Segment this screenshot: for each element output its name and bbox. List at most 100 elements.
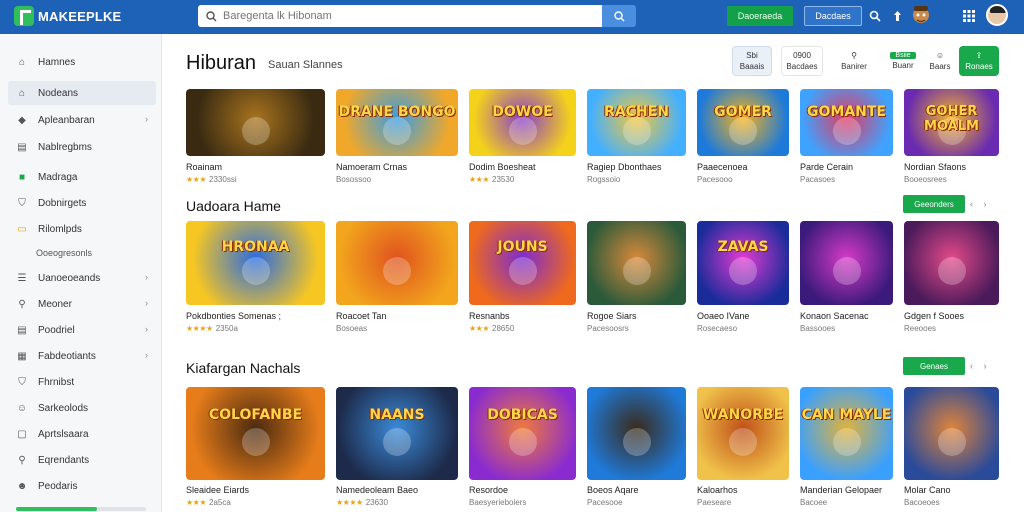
header-action-button[interactable]: 0900 Bacdaes [781, 46, 823, 76]
game-card[interactable]: Roacoet Tan Bosoeas [336, 221, 458, 336]
game-thumbnail[interactable]: HRONAA [186, 221, 325, 305]
avatar[interactable] [986, 4, 1008, 26]
game-thumbnail[interactable] [336, 221, 458, 305]
search-button[interactable] [602, 5, 636, 27]
game-title[interactable]: Parde Cerain [800, 162, 853, 172]
game-thumbnail[interactable]: RACHEN [587, 89, 686, 156]
game-title[interactable]: Namoeram Crnas [336, 162, 407, 172]
see-all-button[interactable]: Genaes [903, 357, 965, 375]
game-card[interactable]: Roainam ★★★ 2330ssi [186, 89, 325, 187]
game-card[interactable]: Gdgen f Sooes Reeooes [904, 221, 999, 336]
game-card[interactable]: RACHEN Ragiep Dbonthaes Rogssoio [587, 89, 686, 187]
game-title[interactable]: Manderian Gelopaer [800, 485, 882, 495]
game-thumbnail[interactable] [587, 387, 686, 480]
game-thumbnail[interactable]: NAANS [336, 387, 458, 480]
game-title[interactable]: Dodim Boesheat [469, 162, 536, 172]
game-title[interactable]: Roainam [186, 162, 222, 172]
game-title[interactable]: Resnanbs [469, 311, 510, 321]
question-icon[interactable] [866, 7, 884, 25]
game-thumbnail[interactable] [587, 221, 686, 305]
game-title[interactable]: Namedeoleam Baeo [336, 485, 418, 495]
game-card[interactable]: HRONAA Pokdbonties Somenas ; ★★★★ 2350a [186, 221, 325, 336]
carousel-nav-icon[interactable]: ‹ › [970, 199, 991, 209]
rocket-icon[interactable] [888, 7, 906, 25]
game-card[interactable]: DOWOE Dodim Boesheat ★★★ 23530 [469, 89, 576, 187]
game-thumbnail[interactable] [800, 221, 893, 305]
sidebar-item[interactable]: ⛉ Dobnirgets [8, 191, 156, 215]
game-thumbnail[interactable] [904, 221, 999, 305]
header-action-button[interactable]: ⇪ Ronaes [959, 46, 999, 76]
game-card[interactable]: Molar Cano Bacoeoes [904, 387, 999, 510]
sidebar-item[interactable]: ◆ Apleanbaran › [8, 108, 156, 132]
game-card[interactable]: DRANE BONGO Namoeram Crnas Bosossoo [336, 89, 458, 187]
game-thumbnail[interactable] [904, 387, 999, 480]
game-card[interactable]: GOMER Paaecenoea Pacesooo [697, 89, 789, 187]
game-title[interactable]: Nordian Sfaons [904, 162, 966, 172]
game-title[interactable]: Roacoet Tan [336, 311, 386, 321]
carousel-nav-icon[interactable]: ‹ › [970, 361, 991, 371]
see-all-button[interactable]: Geeonders [903, 195, 965, 213]
sidebar-item[interactable]: ■ Madraga [8, 165, 156, 189]
game-card[interactable]: DOBICAS Resordoe Baesyerieboiers [469, 387, 576, 510]
game-title[interactable]: Pokdbonties Somenas ; [186, 311, 281, 321]
sidebar-item[interactable]: ▭ Rilomlpds [8, 217, 156, 241]
game-thumbnail[interactable]: ZAVAS [697, 221, 789, 305]
search-input[interactable] [223, 10, 593, 22]
game-card[interactable]: GOMANTE Parde Cerain Pacasoes [800, 89, 893, 187]
header-action-button[interactable]: Bsiie Buanr [886, 46, 920, 76]
game-thumbnail[interactable]: DRANE BONGO [336, 89, 458, 156]
game-title[interactable]: Sleaidee Eiards [186, 485, 249, 495]
game-title[interactable]: Ragiep Dbonthaes [587, 162, 662, 172]
sidebar-item[interactable]: ⌂ Hamnes [8, 50, 156, 74]
grid-icon[interactable] [960, 7, 978, 25]
game-card[interactable]: NAANS Namedeoleam Baeo ★★★★ 23630 [336, 387, 458, 510]
search-box[interactable] [198, 5, 602, 27]
game-card[interactable]: GOHER MOALM Nordian Sfaons Booeosrees [904, 89, 999, 187]
sidebar-item[interactable]: ▤ Poodriel › [8, 318, 156, 342]
sidebar-item[interactable]: ☺ Sarkeolods [8, 396, 156, 420]
game-thumbnail[interactable]: GOHER MOALM [904, 89, 999, 156]
game-card[interactable]: CAN MAYLE Manderian Gelopaer Bacoee [800, 387, 893, 510]
game-title[interactable]: Konaon Sacenac [800, 311, 869, 321]
top-green-button[interactable]: Daoeraeda [727, 6, 793, 26]
logo[interactable]: MAKEEPLKE [14, 6, 121, 26]
game-title[interactable]: Boeos Aqare [587, 485, 639, 495]
sidebar-item[interactable]: ▤ Nablregbms [8, 135, 156, 159]
game-card[interactable]: JOUNS Resnanbs ★★★ 28650 [469, 221, 576, 336]
header-action-button[interactable]: Sbi Baaais [732, 46, 772, 76]
game-thumbnail[interactable] [186, 89, 325, 156]
top-outline-button[interactable]: Dacdaes [804, 6, 862, 26]
header-action-button[interactable]: ⚲ Banirer [834, 46, 874, 76]
game-title[interactable]: Resordoe [469, 485, 508, 495]
game-thumbnail[interactable]: CAN MAYLE [800, 387, 893, 480]
game-title[interactable]: Gdgen f Sooes [904, 311, 964, 321]
sidebar-item[interactable]: ⌂ Nodeans [8, 81, 156, 105]
sidebar-item[interactable]: ⛉ Fhrnibst [8, 370, 156, 394]
game-card[interactable]: WANORBE Kaloarhos Paeseare [697, 387, 789, 510]
game-thumbnail[interactable]: WANORBE [697, 387, 789, 480]
game-card[interactable]: Rogoe Siars Pacesoosrs [587, 221, 686, 336]
game-title[interactable]: Ooaeo IVane [697, 311, 749, 321]
game-card[interactable]: COLOFANBE Sleaidee Eiards ★★★ 2a5ca [186, 387, 325, 510]
game-thumbnail[interactable]: DOBICAS [469, 387, 576, 480]
sidebar-item[interactable]: ☰ Uanoeoeands › [8, 266, 156, 290]
game-title[interactable]: Kaloarhos [697, 485, 738, 495]
sidebar-item[interactable]: ▢ Aprtslsaara [8, 422, 156, 446]
sidebar-item[interactable]: ⚲ Meoner › [8, 292, 156, 316]
sidebar-item[interactable]: ☻ Peodaris [8, 474, 156, 498]
game-thumbnail[interactable]: GOMER [697, 89, 789, 156]
game-thumbnail[interactable]: GOMANTE [800, 89, 893, 156]
header-action-button[interactable]: ☺ Baars [926, 46, 954, 76]
game-thumbnail[interactable]: JOUNS [469, 221, 576, 305]
game-card[interactable]: ZAVAS Ooaeo IVane Rosecaeso [697, 221, 789, 336]
game-title[interactable]: Paaecenoea [697, 162, 748, 172]
game-title[interactable]: Rogoe Siars [587, 311, 637, 321]
mascot-icon[interactable] [910, 4, 932, 28]
game-thumbnail[interactable]: DOWOE [469, 89, 576, 156]
sidebar-item[interactable]: ▦ Fabdeotiants › [8, 344, 156, 368]
game-card[interactable]: Konaon Sacenac Bassooes [800, 221, 893, 336]
sidebar-item[interactable]: ⚲ Eqrendants [8, 448, 156, 472]
game-title[interactable]: Molar Cano [904, 485, 951, 495]
game-thumbnail[interactable]: COLOFANBE [186, 387, 325, 480]
game-card[interactable]: Boeos Aqare Pacesooe [587, 387, 686, 510]
